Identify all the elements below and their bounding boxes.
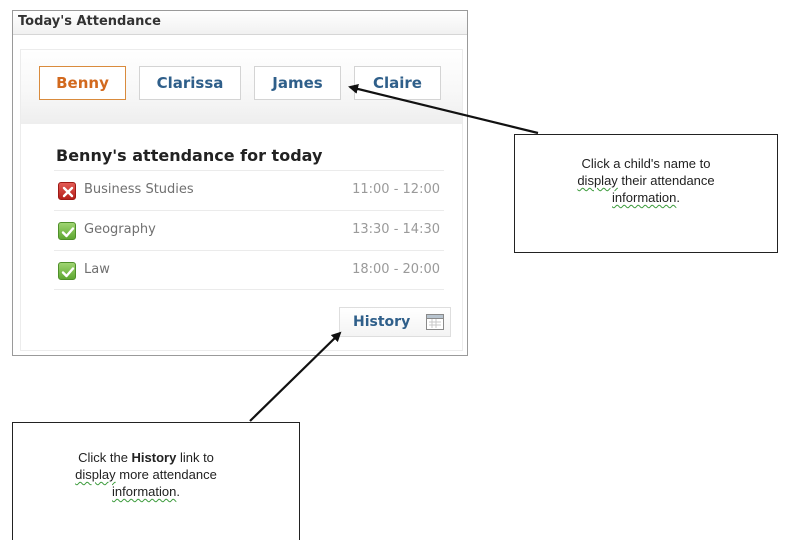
tab-benny[interactable]: Benny — [39, 66, 126, 100]
attendance-heading: Benny's attendance for today — [56, 146, 323, 165]
tab-claire[interactable]: Claire — [354, 66, 441, 100]
attendance-row: Law 18:00 - 20:00 — [54, 250, 444, 290]
attendance-widget: Today's Attendance Benny Clarissa James … — [12, 10, 468, 356]
history-link[interactable]: History — [353, 314, 410, 330]
callout-line: Click a child's name to — [581, 156, 711, 171]
callout-line: Click the History link to — [78, 450, 214, 465]
callout-line: display more attendance — [75, 467, 217, 482]
subject-name: Law — [84, 262, 110, 277]
check-icon — [58, 222, 76, 240]
lesson-time: 18:00 - 20:00 — [352, 262, 440, 277]
lesson-time: 11:00 - 12:00 — [352, 182, 440, 197]
callout-history: Click the History link to display more a… — [12, 422, 300, 540]
calendar-icon — [426, 314, 444, 330]
callout-line: display their attendance — [577, 173, 715, 188]
check-icon — [58, 262, 76, 280]
child-tab-strip: Benny Clarissa James Claire — [21, 50, 462, 124]
callout-child-name: Click a child's name to display their at… — [514, 134, 778, 253]
callout-line: information. — [112, 484, 180, 499]
lesson-time: 13:30 - 14:30 — [352, 222, 440, 237]
attendance-row: Geography 13:30 - 14:30 — [54, 210, 444, 250]
history-button[interactable]: History — [339, 307, 451, 337]
tab-clarissa[interactable]: Clarissa — [139, 66, 241, 100]
subject-name: Business Studies — [84, 182, 194, 197]
attendance-panel: Benny Clarissa James Claire Benny's atte… — [20, 49, 463, 351]
widget-title: Today's Attendance — [13, 11, 467, 35]
subject-name: Geography — [84, 222, 156, 237]
attendance-row: Business Studies 11:00 - 12:00 — [54, 170, 444, 210]
callout-line: information. — [612, 190, 680, 205]
cross-icon — [58, 182, 76, 200]
tab-james[interactable]: James — [254, 66, 341, 100]
